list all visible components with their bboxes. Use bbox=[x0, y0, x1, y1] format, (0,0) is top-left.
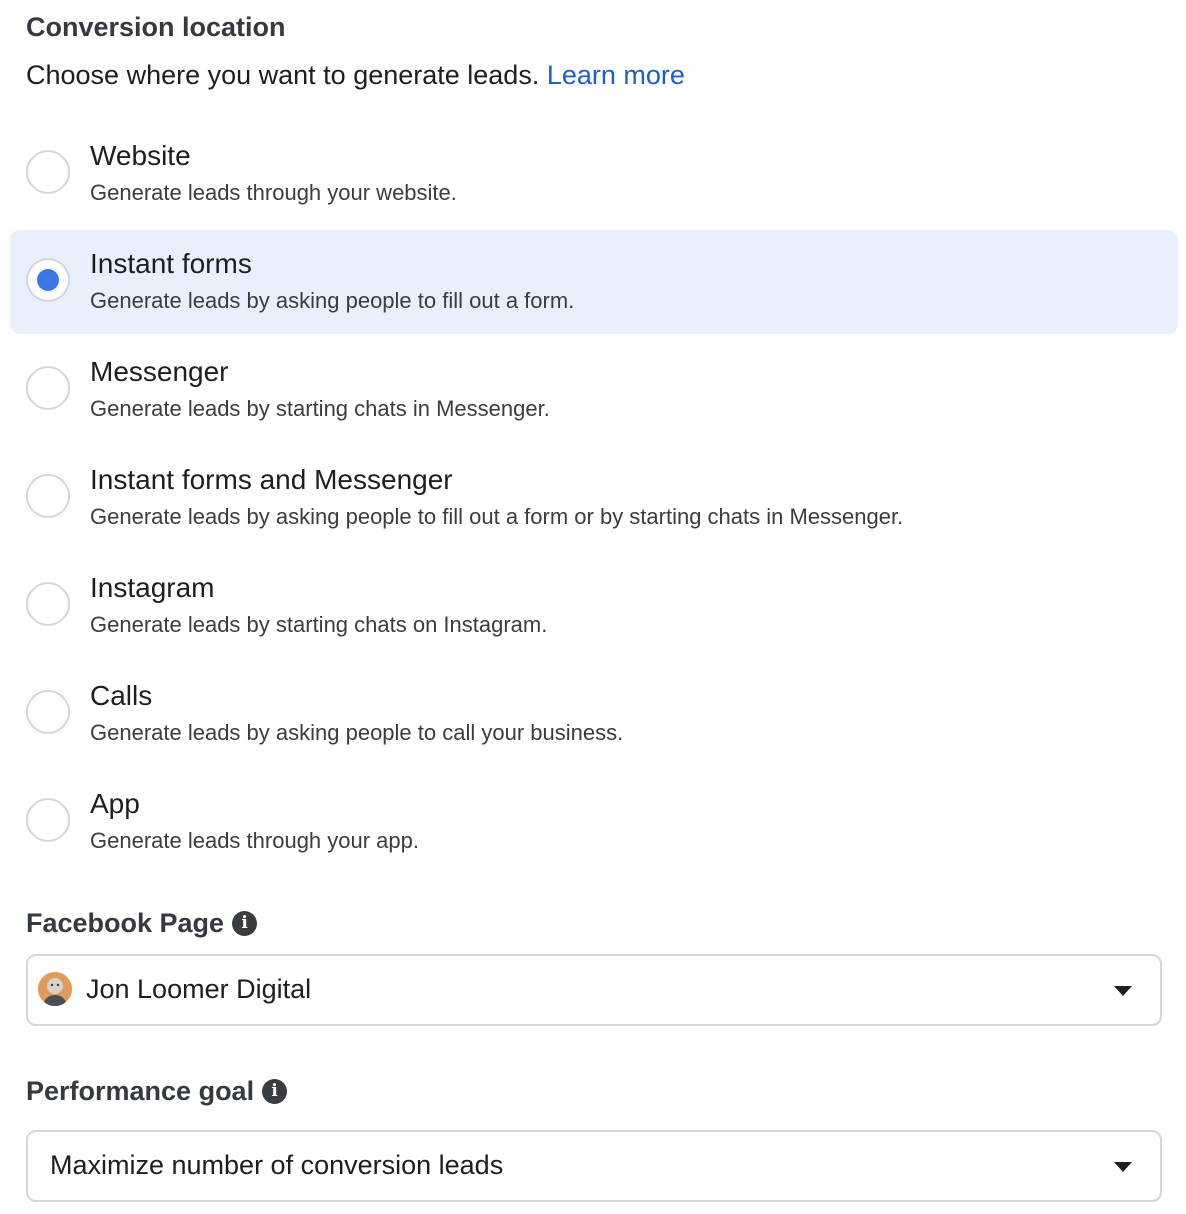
facebook-page-select[interactable]: Jon Loomer Digital bbox=[26, 954, 1162, 1026]
option-label: Calls bbox=[90, 680, 153, 711]
option-label: Instagram bbox=[90, 572, 215, 603]
option-description: Generate leads by starting chats on Inst… bbox=[90, 612, 548, 637]
option-label: Instant forms bbox=[90, 248, 252, 279]
info-icon[interactable]: i bbox=[232, 911, 258, 936]
facebook-page-label: Facebook Page i bbox=[26, 908, 258, 939]
performance-goal-label-text: Performance goal bbox=[26, 1076, 255, 1106]
radio-button[interactable] bbox=[26, 258, 70, 302]
option-label: Website bbox=[90, 140, 191, 171]
conversion-location-description: Choose where you want to generate leads.… bbox=[26, 60, 685, 91]
option-calls[interactable]: Calls Generate leads by asking people to… bbox=[10, 662, 1178, 766]
facebook-page-value: Jon Loomer Digital bbox=[86, 974, 312, 1004]
option-app[interactable]: App Generate leads through your app. bbox=[10, 770, 1178, 874]
performance-goal-value: Maximize number of conversion leads bbox=[50, 1150, 504, 1180]
chevron-down-icon bbox=[1114, 986, 1132, 996]
option-label: Messenger bbox=[90, 356, 229, 387]
option-website[interactable]: Website Generate leads through your webs… bbox=[10, 122, 1178, 226]
chevron-down-icon bbox=[1114, 1162, 1132, 1172]
radio-button[interactable] bbox=[26, 366, 70, 410]
option-description: Generate leads by asking people to fill … bbox=[90, 288, 575, 313]
conversion-location-title: Conversion location bbox=[26, 12, 286, 42]
description-text: Choose where you want to generate leads. bbox=[26, 60, 540, 90]
learn-more-link[interactable]: Learn more bbox=[547, 60, 685, 90]
profile-avatar bbox=[38, 972, 72, 1006]
performance-goal-select[interactable]: Maximize number of conversion leads bbox=[26, 1130, 1162, 1202]
option-instant-forms-and-messenger[interactable]: Instant forms and Messenger Generate lea… bbox=[10, 446, 1178, 550]
option-description: Generate leads by asking people to fill … bbox=[90, 504, 904, 529]
radio-button[interactable] bbox=[26, 798, 70, 842]
radio-button[interactable] bbox=[26, 150, 70, 194]
option-label: App bbox=[90, 788, 140, 819]
conversion-location-options: Website Generate leads through your webs… bbox=[10, 122, 1178, 878]
performance-goal-label: Performance goal i bbox=[26, 1076, 288, 1107]
option-label: Instant forms and Messenger bbox=[90, 464, 453, 495]
option-description: Generate leads through your app. bbox=[90, 828, 420, 853]
radio-button[interactable] bbox=[26, 690, 70, 734]
radio-button[interactable] bbox=[26, 474, 70, 518]
option-description: Generate leads through your website. bbox=[90, 180, 457, 205]
facebook-page-label-text: Facebook Page bbox=[26, 908, 225, 938]
option-instagram[interactable]: Instagram Generate leads by starting cha… bbox=[10, 554, 1178, 658]
option-messenger[interactable]: Messenger Generate leads by starting cha… bbox=[10, 338, 1178, 442]
option-instant-forms[interactable]: Instant forms Generate leads by asking p… bbox=[10, 230, 1178, 334]
option-description: Generate leads by asking people to call … bbox=[90, 720, 624, 745]
info-icon[interactable]: i bbox=[262, 1079, 288, 1104]
option-description: Generate leads by starting chats in Mess… bbox=[90, 396, 550, 421]
radio-button[interactable] bbox=[26, 582, 70, 626]
